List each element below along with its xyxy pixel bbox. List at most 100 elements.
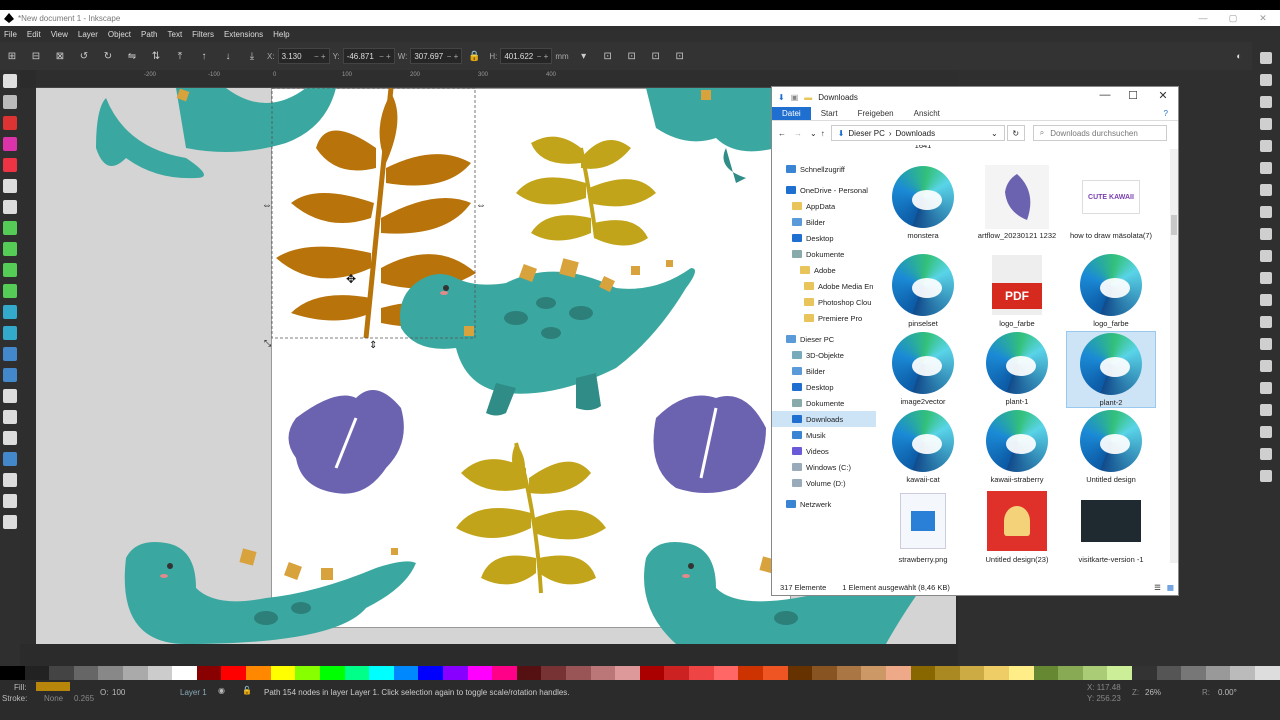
selector-tool-icon[interactable] bbox=[3, 73, 17, 88]
file-item[interactable]: CUTE KAWAII how to draw mäsolata(7) bbox=[1066, 165, 1156, 240]
nav-item[interactable]: Netzwerk bbox=[772, 496, 876, 512]
zoom-width-icon[interactable] bbox=[1260, 360, 1272, 372]
file-item[interactable]: pinselset bbox=[878, 253, 968, 328]
file-item[interactable]: logo_farbe bbox=[1066, 253, 1156, 328]
y-field[interactable]: -46.871 − + bbox=[342, 48, 395, 64]
gradient-tool-icon[interactable] bbox=[3, 304, 17, 319]
node-tool-icon[interactable] bbox=[3, 94, 17, 109]
y-stepper-icon[interactable]: − + bbox=[379, 52, 391, 61]
paste-icon[interactable] bbox=[1260, 272, 1272, 284]
select-all-layers-icon[interactable]: ⊟ bbox=[27, 47, 45, 65]
ribbon-tab-start[interactable]: Start bbox=[811, 107, 848, 120]
nav-item[interactable]: Adobe bbox=[772, 262, 876, 278]
rotate-ccw-icon[interactable]: ↺ bbox=[75, 47, 93, 65]
file-item[interactable]: kawaii-cat bbox=[878, 409, 968, 484]
lock-icon[interactable]: 🔓 bbox=[242, 686, 252, 695]
explorer-minimize-icon[interactable]: — bbox=[1092, 89, 1118, 101]
nav-item[interactable]: Desktop bbox=[772, 230, 876, 246]
dino-center[interactable] bbox=[400, 258, 695, 416]
x-stepper-icon[interactable]: − + bbox=[314, 52, 326, 61]
minimize-icon[interactable]: — bbox=[1188, 10, 1218, 26]
cut-icon[interactable] bbox=[1260, 250, 1272, 262]
group-icon[interactable] bbox=[1260, 426, 1272, 438]
save-icon[interactable] bbox=[1260, 96, 1272, 108]
nav-item[interactable]: Desktop bbox=[772, 379, 876, 395]
file-item[interactable]: PDF logo_farbe bbox=[972, 253, 1062, 328]
duplicate-icon[interactable] bbox=[1260, 382, 1272, 394]
file-item[interactable]: artflow_20230121 1232 bbox=[972, 165, 1062, 240]
file-item[interactable]: image2vector bbox=[878, 331, 968, 406]
ochre-leaf-top[interactable] bbox=[516, 136, 656, 246]
ribbon-tab-freigeben[interactable]: Freigeben bbox=[848, 107, 904, 120]
scale-stroke-icon[interactable]: ⊡ bbox=[599, 47, 617, 65]
circle-tool-icon[interactable] bbox=[3, 136, 17, 151]
open-icon[interactable] bbox=[1260, 74, 1272, 86]
lower-icon[interactable]: ↓ bbox=[219, 47, 237, 65]
redo-icon[interactable] bbox=[1260, 206, 1272, 218]
scale-handle-left-icon[interactable]: ⇔ bbox=[262, 200, 272, 211]
scale-corners-icon[interactable]: ⊡ bbox=[623, 47, 641, 65]
menu-help[interactable]: Help bbox=[273, 30, 289, 39]
rect-tool-icon[interactable] bbox=[3, 115, 17, 130]
move-gradients-icon[interactable]: ⊡ bbox=[647, 47, 665, 65]
snap-toggle-icon[interactable]: ◐ bbox=[1225, 42, 1253, 70]
eye-icon[interactable]: ◉ bbox=[218, 686, 225, 695]
lock-icon[interactable]: 🔒 bbox=[465, 47, 483, 65]
zoom-drawing-icon[interactable] bbox=[1260, 316, 1272, 328]
ribbon-tab-ansicht[interactable]: Ansicht bbox=[904, 107, 950, 120]
nav-item[interactable]: 3D-Objekte bbox=[772, 347, 876, 363]
3dbox-tool-icon[interactable] bbox=[3, 178, 17, 193]
purple-monstera-left[interactable] bbox=[288, 390, 404, 494]
file-item[interactable]: monstera bbox=[878, 165, 968, 240]
maximize-icon[interactable]: ▢ bbox=[1218, 10, 1248, 26]
flip-vertical-icon[interactable]: ⇅ bbox=[147, 47, 165, 65]
calligraphy-tool-icon[interactable] bbox=[3, 262, 17, 277]
export-icon[interactable] bbox=[1260, 162, 1272, 174]
zoom-value[interactable]: 26% bbox=[1145, 688, 1161, 697]
rotate-cw-icon[interactable]: ↻ bbox=[99, 47, 117, 65]
color-palette[interactable] bbox=[0, 666, 1280, 680]
nav-item[interactable]: Dokumente bbox=[772, 395, 876, 411]
file-item-partial[interactable]: 1641 bbox=[878, 145, 968, 150]
zoom-tool-icon[interactable] bbox=[3, 493, 17, 508]
nav-item-downloads[interactable]: Downloads bbox=[772, 411, 876, 427]
star-tool-icon[interactable] bbox=[3, 157, 17, 172]
tweak-tool-icon[interactable] bbox=[3, 388, 17, 403]
scale-handle-corner-icon[interactable]: ⤡ bbox=[264, 338, 271, 348]
refresh-icon[interactable]: ↻ bbox=[1006, 125, 1025, 141]
undo-icon[interactable] bbox=[1260, 184, 1272, 196]
rotation-value[interactable]: 0.00° bbox=[1218, 688, 1237, 697]
menu-filters[interactable]: Filters bbox=[192, 30, 214, 39]
search-input[interactable]: ⌕ Downloads durchsuchen bbox=[1032, 125, 1167, 141]
nav-item[interactable]: Bilder bbox=[772, 363, 876, 379]
explorer-maximize-icon[interactable]: ☐ bbox=[1120, 89, 1146, 102]
paint-bucket-tool-icon[interactable] bbox=[3, 367, 17, 382]
explorer-close-icon[interactable]: ✕ bbox=[1150, 89, 1176, 102]
address-bar[interactable]: ⬇ Dieser PC › Downloads ⌄ bbox=[830, 125, 1005, 141]
flip-horizontal-icon[interactable]: ⇋ bbox=[123, 47, 141, 65]
x-field[interactable]: 3.130 − + bbox=[277, 48, 330, 64]
nav-item[interactable]: Videos bbox=[772, 443, 876, 459]
file-item-selected[interactable]: plant-2 bbox=[1066, 331, 1156, 408]
text-tool-icon[interactable] bbox=[3, 283, 17, 298]
menu-file[interactable]: File bbox=[4, 30, 17, 39]
raise-to-top-icon[interactable]: ⤒ bbox=[171, 47, 189, 65]
nav-item[interactable]: Premiere Pro bbox=[772, 310, 876, 326]
file-item[interactable]: Untitled design bbox=[1066, 409, 1156, 484]
nav-item[interactable]: Dokumente bbox=[772, 246, 876, 262]
nav-item[interactable]: OneDrive - Personal bbox=[772, 182, 876, 198]
file-item[interactable]: Untitled design(23) bbox=[972, 489, 1062, 564]
lower-to-bottom-icon[interactable]: ⤓ bbox=[243, 47, 261, 65]
move-patterns-icon[interactable]: ⊡ bbox=[671, 47, 689, 65]
mesh-tool-icon[interactable] bbox=[3, 325, 17, 340]
width-field[interactable]: 307.697− + bbox=[410, 48, 463, 64]
explorer-scrollbar[interactable] bbox=[1170, 149, 1178, 563]
up-icon[interactable]: ↑ bbox=[821, 129, 825, 138]
pages-tool-icon[interactable] bbox=[3, 514, 17, 529]
fill-stroke-icon[interactable] bbox=[1260, 470, 1272, 482]
eraser-tool-icon[interactable] bbox=[3, 430, 17, 445]
zoom-selection-icon[interactable] bbox=[1260, 294, 1272, 306]
fill-swatch[interactable] bbox=[36, 682, 70, 691]
purple-monstera-right[interactable] bbox=[653, 395, 767, 494]
nav-item[interactable]: Dieser PC bbox=[772, 331, 876, 347]
